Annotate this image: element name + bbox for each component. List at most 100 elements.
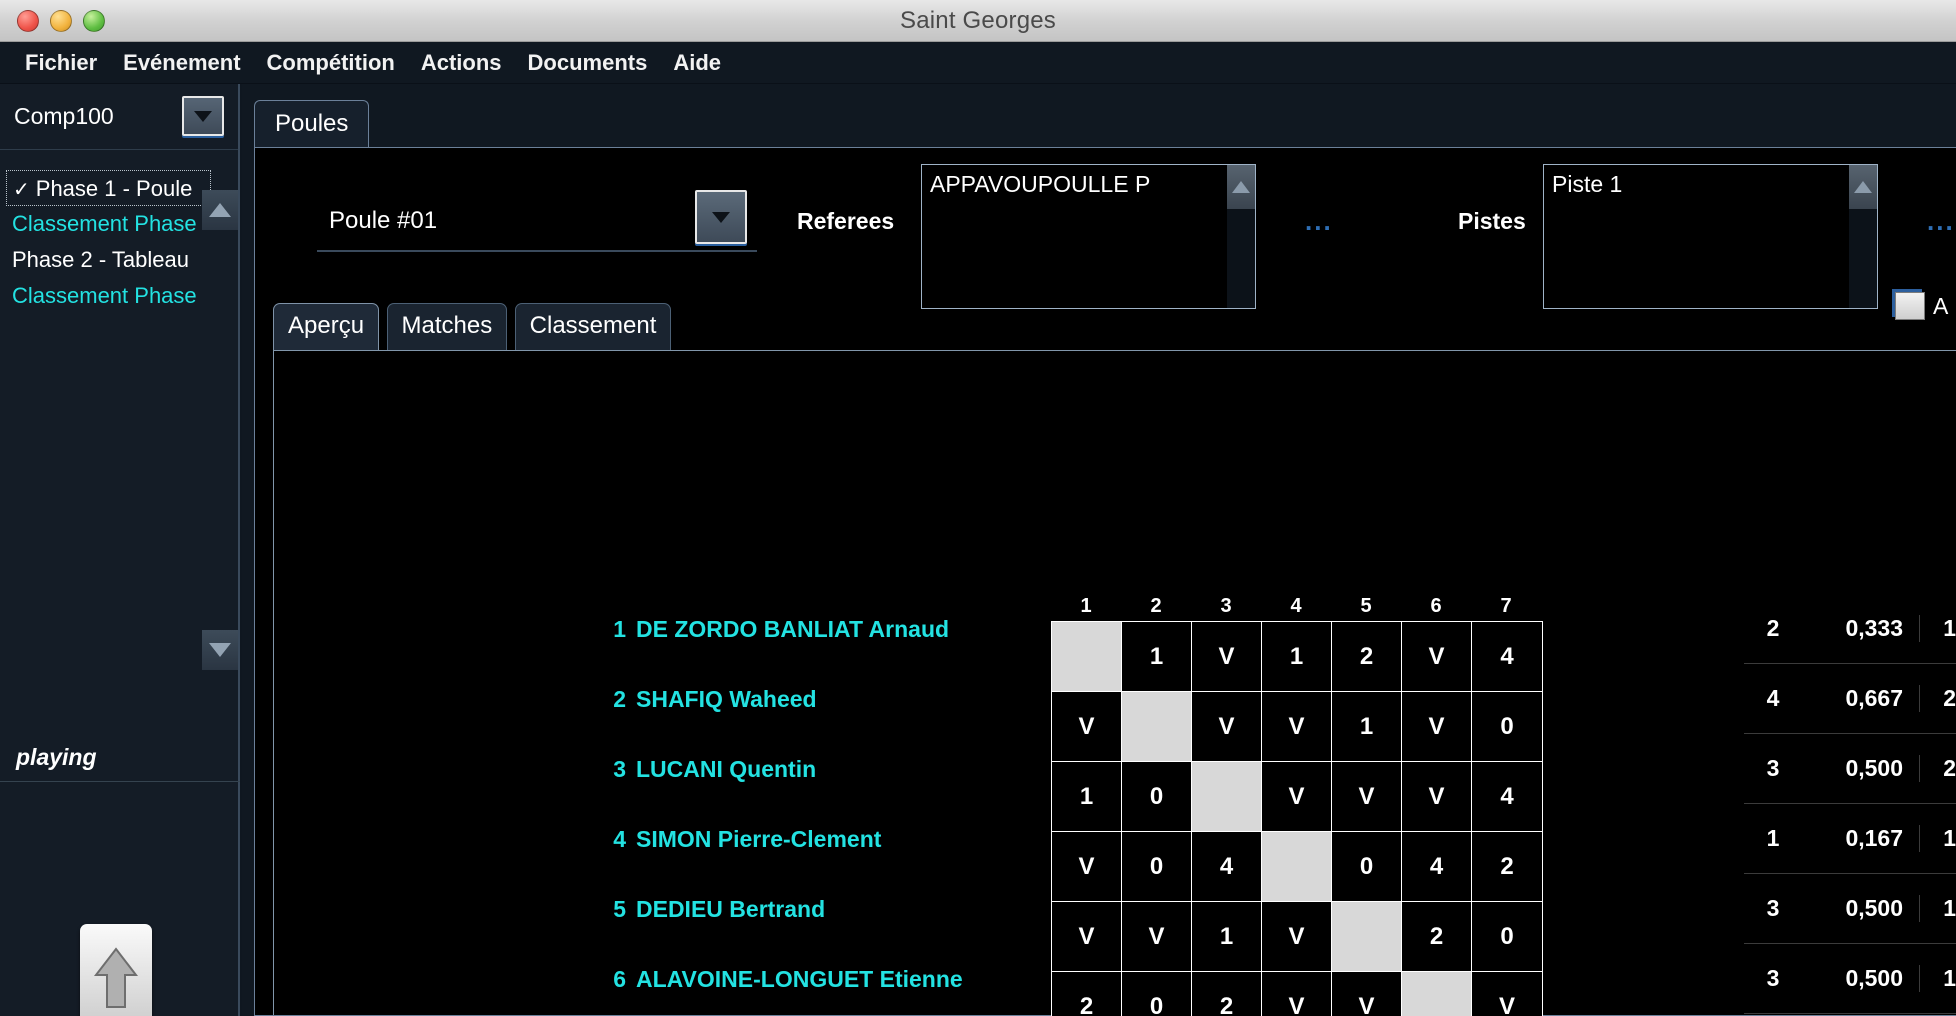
referees-list-item-0[interactable]: APPAVOUPOULLE P (922, 165, 1255, 198)
tab-matches[interactable]: Matches (386, 303, 508, 351)
scroll-down-button[interactable] (202, 630, 238, 670)
pistes-more-button[interactable]: ... (1927, 206, 1955, 237)
matrix-cell-4-7[interactable]: 2 (1472, 832, 1542, 902)
matrix-cell-2-5[interactable]: 1 (1332, 692, 1402, 762)
scroll-up-button[interactable] (202, 190, 238, 230)
triangle-up-icon (1854, 181, 1872, 193)
poule-combo-dropdown-button[interactable] (695, 190, 747, 244)
fencer-name-list: 1 DE ZORDO BANLIAT Arnaud 2 SHAFIQ Wahee… (604, 594, 963, 1016)
matrix-cell-4-2[interactable]: 0 (1122, 832, 1192, 902)
matrix-cell-2-7[interactable]: 0 (1472, 692, 1542, 762)
matrix-cell-6-5[interactable]: V (1332, 972, 1402, 1016)
matrix-column-headers: 1 2 3 4 5 6 7 (1051, 595, 1543, 621)
matrix-cell-4-4 (1262, 832, 1332, 902)
menu-competition[interactable]: Compétition (254, 50, 408, 76)
pistes-list-item-0[interactable]: Piste 1 (1544, 165, 1877, 198)
matrix-cell-5-2[interactable]: V (1122, 902, 1192, 972)
list-item[interactable]: 4 SIMON Pierre-Clement (604, 804, 963, 874)
matrix-cell-6-3[interactable]: 2 (1192, 972, 1262, 1016)
list-item[interactable]: 6 ALAVOINE-LONGUET Etienne (604, 944, 963, 1014)
matrix-cell-5-1[interactable]: V (1052, 902, 1122, 972)
fencer-number: 3 (613, 755, 626, 782)
application-window: Saint Georges Fichier Evénement Compétit… (0, 0, 1956, 1016)
matrix-cell-2-6[interactable]: V (1402, 692, 1472, 762)
list-item[interactable]: 3 LUCANI Quentin (604, 734, 963, 804)
matrix-cell-6-1[interactable]: 2 (1052, 972, 1122, 1016)
option-checkbox[interactable] (1895, 292, 1925, 320)
menu-actions[interactable]: Actions (408, 50, 515, 76)
matrix-cell-5-6[interactable]: 2 (1402, 902, 1472, 972)
menu-fichier[interactable]: Fichier (12, 50, 110, 76)
option-checkbox-row[interactable]: A (1895, 292, 1948, 320)
stat-indicator: 0,333 (1802, 615, 1920, 642)
table-row: V V 1 V 2 0 (1052, 902, 1542, 972)
matrix-cell-4-1[interactable]: V (1052, 832, 1122, 902)
matrix-cell-1-5[interactable]: 2 (1332, 622, 1402, 692)
matrix-cell-5-4[interactable]: V (1262, 902, 1332, 972)
list-item[interactable]: 5 DEDIEU Bertrand (604, 874, 963, 944)
matrix-cell-1-3[interactable]: V (1192, 622, 1262, 692)
matrix-cell-1-7[interactable]: 4 (1472, 622, 1542, 692)
tab-poules[interactable]: Poules (254, 100, 370, 148)
matrix-cell-6-2[interactable]: 0 (1122, 972, 1192, 1016)
matrix-cell-2-1[interactable]: V (1052, 692, 1122, 762)
pistes-listbox[interactable]: Piste 1 (1543, 164, 1878, 309)
matrix-col-header-1: 1 (1080, 595, 1092, 617)
matrix-cell-3-7[interactable]: 4 (1472, 762, 1542, 832)
competition-combo[interactable]: Comp100 (0, 84, 238, 150)
move-up-button[interactable] (80, 924, 152, 1016)
competition-combo-dropdown-button[interactable] (182, 96, 224, 136)
table-row: 1 0,167 15 26 -11 7 (1744, 804, 1956, 874)
matrix-cell-3-5[interactable]: V (1332, 762, 1402, 832)
matrix-cell-2-2 (1122, 692, 1192, 762)
matrix-col-header-6: 6 (1430, 595, 1442, 617)
menu-documents[interactable]: Documents (515, 50, 661, 76)
fencer-name: DE ZORDO BANLIAT Arnaud (636, 615, 950, 642)
triangle-up-icon (1232, 181, 1250, 193)
referees-scrollbar[interactable] (1227, 165, 1255, 308)
matrix-cell-3-4[interactable]: V (1262, 762, 1332, 832)
pistes-scrollbar[interactable] (1849, 165, 1877, 308)
fencer-number: 1 (613, 615, 626, 642)
referees-listbox[interactable]: APPAVOUPOULLE P (921, 164, 1256, 309)
matrix-cell-4-5[interactable]: 0 (1332, 832, 1402, 902)
pistes-scroll-up-button[interactable] (1849, 165, 1877, 209)
matrix-cell-2-3[interactable]: V (1192, 692, 1262, 762)
matrix-cell-5-7[interactable]: 0 (1472, 902, 1542, 972)
matrix-cell-1-2[interactable]: 1 (1122, 622, 1192, 692)
sidebar-scrollbar[interactable] (202, 190, 238, 670)
table-row: 3 0,500 18 18 0 3 (1744, 874, 1956, 944)
matrix-cell-6-4[interactable]: V (1262, 972, 1332, 1016)
matrix-cell-1-6[interactable]: V (1402, 622, 1472, 692)
tab-apercu[interactable]: Aperçu (273, 303, 380, 351)
menu-aide[interactable]: Aide (660, 50, 734, 76)
fencer-name: SIMON Pierre-Clement (636, 825, 882, 852)
matrix-cell-6-7[interactable]: V (1472, 972, 1542, 1016)
matrix-cell-3-1[interactable]: 1 (1052, 762, 1122, 832)
up-arrow-icon (93, 947, 139, 1008)
tab-classement[interactable]: Classement (514, 303, 672, 351)
list-item[interactable]: 1 DE ZORDO BANLIAT Arnaud (604, 594, 963, 664)
title-bar: Saint Georges (0, 0, 1956, 42)
matrix-cell-2-4[interactable]: V (1262, 692, 1332, 762)
referees-more-button[interactable]: ... (1305, 206, 1333, 237)
fencer-name: DEDIEU Bertrand (636, 895, 826, 922)
list-item[interactable]: 2 SHAFIQ Waheed (604, 664, 963, 734)
stat-victories: 3 (1766, 895, 1780, 921)
menu-evenement[interactable]: Evénement (110, 50, 253, 76)
main-area: Poules Poule #01 Referees APPAVOUPOULLE … (242, 84, 1956, 1016)
stat-indicator: 0,667 (1802, 685, 1920, 712)
poule-combo[interactable]: Poule #01 (317, 196, 757, 252)
matrix-cell-3-2[interactable]: 0 (1122, 762, 1192, 832)
matrix-cell-4-6[interactable]: 4 (1402, 832, 1472, 902)
stat-victories: 4 (1766, 685, 1780, 711)
referees-scroll-up-button[interactable] (1227, 165, 1255, 209)
stat-hits-scored: 15 (1943, 825, 1956, 851)
referees-label: Referees (797, 208, 895, 234)
matrix-cell-4-3[interactable]: 4 (1192, 832, 1262, 902)
matrix-cell-5-3[interactable]: 1 (1192, 902, 1262, 972)
matrix-cell-1-4[interactable]: 1 (1262, 622, 1332, 692)
matrix-cell-3-6[interactable]: V (1402, 762, 1472, 832)
phase-list-item-0[interactable]: ✓ Phase 1 - Poule (6, 170, 211, 206)
inner-tabstrip: Aperçu Matches Classement (273, 303, 674, 351)
